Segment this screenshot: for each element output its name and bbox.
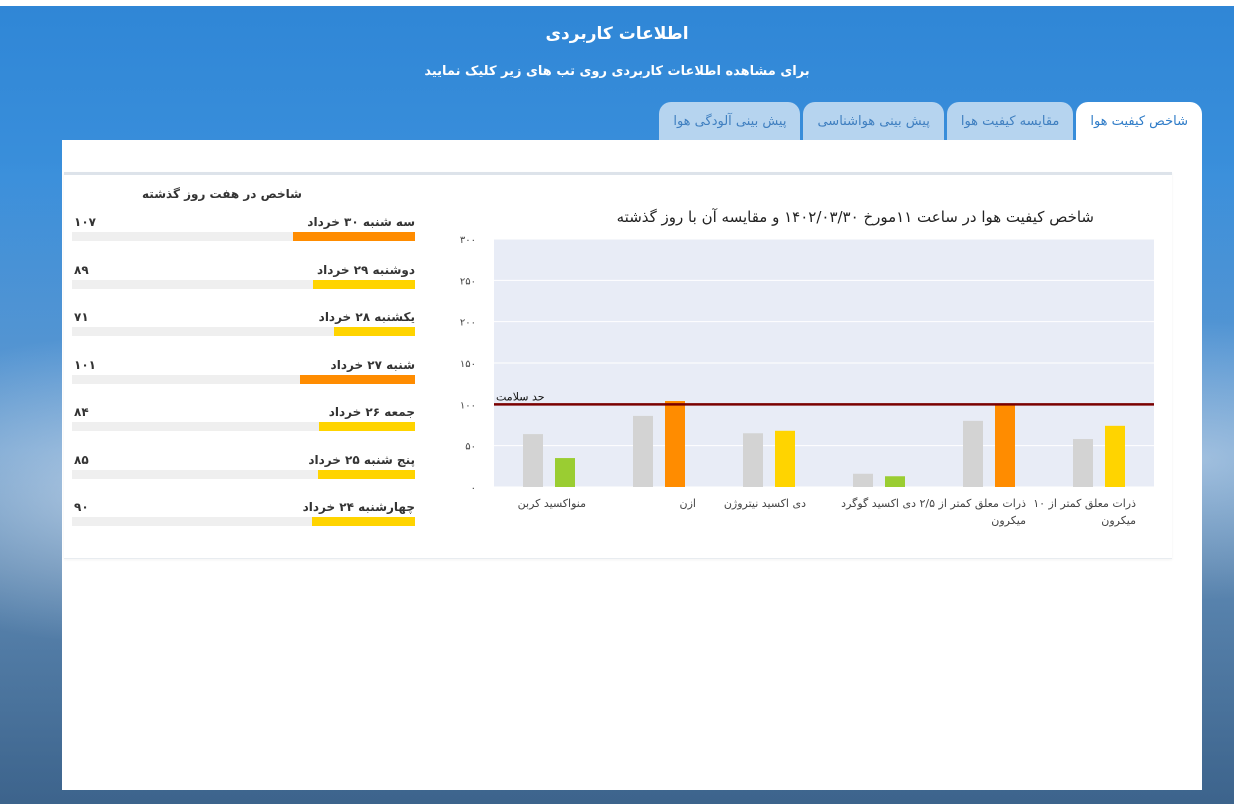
history-day-fill bbox=[317, 469, 415, 479]
chart-xtick-label: ذرات معلق کمتر از ۱۰ bbox=[1033, 497, 1136, 511]
history-day-fill bbox=[312, 517, 415, 526]
chart-xtick-label: ذرات معلق کمتر از ۲/۵ bbox=[919, 497, 1026, 511]
history-day-value: ۱۰۷ bbox=[74, 215, 96, 229]
tab-weather-forecast[interactable]: پیش بینی هواشناسی bbox=[803, 102, 944, 140]
history-day-row: شنبه ۲۷ خرداد ۱۰۱ bbox=[72, 358, 417, 392]
chart-xtick-label: منواکسید کربن bbox=[518, 497, 586, 510]
history-day-name: چهارشنبه ۲۴ خرداد bbox=[302, 500, 415, 514]
tab-air-quality-index[interactable]: شاخص کیفیت هوا bbox=[1076, 102, 1202, 140]
history-day-track bbox=[72, 232, 415, 241]
chart-bar bbox=[995, 404, 1015, 487]
history-day-value: ۸۹ bbox=[74, 262, 89, 277]
page-subtitle: برای مشاهده اطلاعات کاربردی روی تب های ز… bbox=[424, 64, 810, 79]
history-day-value: ۱۰۱ bbox=[74, 357, 96, 372]
history-day-name: جمعه ۲۶ خرداد bbox=[328, 405, 415, 419]
chart-xtick-label: دی اکسید گوگرد bbox=[841, 497, 916, 510]
chart-ytick-label: ۱۰۰ bbox=[460, 400, 476, 411]
chart-bar bbox=[555, 458, 575, 487]
history-day-fill bbox=[333, 327, 415, 336]
history-day-track bbox=[72, 374, 415, 384]
chart-bar bbox=[743, 433, 763, 487]
history-day-name: شنبه ۲۷ خرداد bbox=[330, 357, 415, 372]
history-day-value: ۹۰ bbox=[74, 500, 89, 514]
history-day-row: چهارشنبه ۲۴ خرداد ۹۰ bbox=[72, 500, 417, 534]
chart-ytick-label: ۲۵۰ bbox=[460, 276, 476, 287]
air-quality-card: شاخص در هفت روز گذشته سه شنبه ۳۰ خرداد ۱۰… bbox=[64, 172, 1172, 559]
history-day-row: جمعه ۲۶ خرداد ۸۴ bbox=[72, 405, 417, 439]
history-day-name: پنج شنبه ۲۵ خرداد bbox=[308, 452, 415, 467]
history-day-fill bbox=[299, 374, 415, 384]
history-day-row: سه شنبه ۳۰ خرداد ۱۰۷ bbox=[72, 215, 417, 249]
chart-bar bbox=[665, 401, 685, 487]
chart-bar bbox=[963, 420, 983, 487]
top-strip bbox=[0, 0, 1234, 6]
chart-bar bbox=[523, 434, 543, 487]
history-title: شاخص در هفت روز گذشته bbox=[142, 187, 302, 201]
history-day-track bbox=[72, 517, 415, 526]
chart-xtick-label: میکرون bbox=[1101, 514, 1136, 527]
history-day-name: دوشنبه ۲۹ خرداد bbox=[316, 262, 415, 277]
history-day-value: ۸۵ bbox=[74, 452, 89, 467]
chart-ytick-label: ۱۵۰ bbox=[460, 359, 476, 370]
history-day-track bbox=[72, 327, 415, 336]
history-day-value: ۷۱ bbox=[74, 310, 89, 324]
pollutant-bar-chart: ۰ ۵۰ ۱۰۰ ۱۵۰ ۲۰۰ ۲۵۰ ۳۰۰ ذرات معلق کمتر از ۱۰ می… bbox=[460, 235, 1154, 527]
chart-ytick-label: ۳۰۰ bbox=[460, 235, 476, 246]
history-day-track bbox=[72, 279, 415, 289]
chart-bar bbox=[775, 430, 795, 487]
chart-bar bbox=[853, 473, 873, 487]
chart-ytick-label: ۰ bbox=[471, 483, 476, 494]
chart-ytick-label: ۵۰ bbox=[465, 442, 476, 453]
history-day-value: ۸۴ bbox=[74, 405, 89, 419]
history-day-row: دوشنبه ۲۹ خرداد ۸۹ bbox=[72, 263, 417, 297]
chart-title: شاخص کیفیت هوا در ساعت ۱۱مورخ ۱۴۰۲/۰۳/۳۰… bbox=[616, 208, 1094, 226]
history-day-row: یکشنبه ۲۸ خرداد ۷۱ bbox=[72, 310, 417, 344]
history-day-fill bbox=[292, 232, 415, 241]
chart-bar bbox=[1073, 439, 1093, 487]
health-threshold-label: حد سلامت bbox=[496, 390, 545, 403]
history-day-track bbox=[72, 469, 415, 479]
history-day-fill bbox=[318, 422, 415, 431]
tab-pollution-forecast[interactable]: پیش بینی آلودگی هوا bbox=[659, 102, 801, 140]
chart-xtick-label: میکرون bbox=[991, 514, 1026, 527]
tab-content-panel: شاخص در هفت روز گذشته سه شنبه ۳۰ خرداد ۱۰… bbox=[62, 140, 1202, 790]
history-day-name: سه شنبه ۳۰ خرداد bbox=[307, 215, 415, 229]
chart-bar bbox=[633, 415, 653, 487]
chart-ytick-label: ۲۰۰ bbox=[460, 318, 476, 329]
chart-bar bbox=[885, 476, 905, 487]
chart-xtick-label: دی اکسید نیتروژن bbox=[724, 497, 806, 510]
page-title: اطلاعات کاربردی bbox=[545, 24, 689, 44]
history-day-row: پنج شنبه ۲۵ خرداد ۸۵ bbox=[72, 453, 417, 487]
chart-bar bbox=[1105, 425, 1125, 487]
tab-bar: شاخص کیفیت هوا مقایسه کیفیت هوا پیش بینی… bbox=[659, 102, 1202, 140]
history-day-name: یکشنبه ۲۸ خرداد bbox=[318, 310, 415, 324]
tab-air-quality-comparison[interactable]: مقایسه کیفیت هوا bbox=[946, 102, 1074, 140]
history-day-fill bbox=[313, 279, 415, 289]
history-day-track bbox=[72, 422, 415, 431]
chart-xtick-label: ازن bbox=[680, 497, 696, 510]
